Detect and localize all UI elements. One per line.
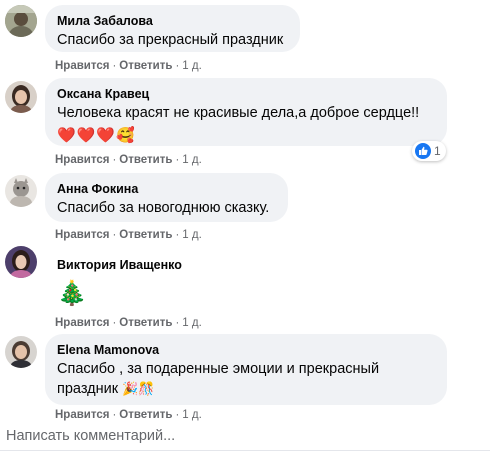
divider — [0, 450, 490, 451]
avatar-image-icon — [5, 5, 37, 37]
separator: · — [112, 60, 117, 72]
timestamp[interactable]: 1 д. — [182, 229, 202, 241]
comment-bubble: Анна Фокина Спасибо за новогоднюю сказку… — [45, 173, 288, 222]
avatar[interactable] — [5, 175, 37, 207]
separator: · — [175, 154, 180, 166]
reaction-count-badge[interactable]: 1 — [412, 141, 446, 161]
comment-actions: Нравится · Ответить · 1 д. — [55, 316, 202, 330]
comment-author[interactable]: Оксана Кравец — [57, 86, 435, 102]
write-comment-input[interactable]: Написать комментарий... — [6, 428, 175, 444]
comment-bubble: Мила Забалова Спасибо за прекрасный праз… — [45, 5, 300, 52]
avatar[interactable] — [5, 336, 37, 368]
comment-actions: Нравится · Ответить · 1 д. — [55, 153, 202, 167]
avatar-image-icon — [5, 336, 37, 368]
emoji-hearts: ❤️❤️❤️🥰 — [57, 127, 136, 144]
comment-bubble: Elena Mamonova Спасибо , за подаренные э… — [45, 334, 447, 405]
like-link[interactable]: Нравится — [55, 317, 109, 329]
comment-text: Спасибо за новогоднюю сказку. — [57, 200, 270, 216]
comment-bubble: Оксана Кравец Человека красят не красивы… — [45, 78, 447, 146]
like-link[interactable]: Нравится — [55, 409, 109, 421]
separator: · — [175, 60, 180, 72]
comment-bubble: Виктория Иващенко 🎄 — [45, 249, 245, 309]
comment-author[interactable]: Виктория Иващенко — [57, 257, 233, 273]
comment-text-line: праздник — [57, 381, 119, 397]
timestamp[interactable]: 1 д. — [182, 317, 202, 329]
comment-actions: Нравится · Ответить · 1 д. — [55, 59, 202, 73]
avatar[interactable] — [5, 81, 37, 113]
avatar-image-icon — [5, 175, 37, 207]
reply-link[interactable]: Ответить — [119, 317, 172, 329]
comment-author[interactable]: Мила Забалова — [57, 13, 288, 29]
comment-author[interactable]: Elena Mamonova — [57, 342, 435, 358]
separator: · — [112, 229, 117, 241]
reply-link[interactable]: Ответить — [119, 229, 172, 241]
comment-text-line: Спасибо , за подаренные эмоции и прекрас… — [57, 361, 380, 377]
timestamp[interactable]: 1 д. — [182, 60, 202, 72]
comment-text: Человека красят не красивые дела,а добро… — [57, 105, 420, 121]
like-link[interactable]: Нравится — [55, 229, 109, 241]
reply-link[interactable]: Ответить — [119, 409, 172, 421]
timestamp[interactable]: 1 д. — [182, 409, 202, 421]
reply-link[interactable]: Ответить — [119, 154, 172, 166]
like-link[interactable]: Нравится — [55, 60, 109, 72]
separator: · — [175, 229, 180, 241]
avatar[interactable] — [5, 246, 37, 278]
comment-text: Спасибо за прекрасный праздник — [57, 32, 284, 48]
separator: · — [175, 317, 180, 329]
comment-actions: Нравится · Ответить · 1 д. — [55, 228, 202, 242]
timestamp[interactable]: 1 д. — [182, 154, 202, 166]
avatar-image-icon — [5, 81, 37, 113]
avatar-image-icon — [5, 246, 37, 278]
comment-actions: Нравится · Ответить · 1 д. — [55, 408, 202, 422]
separator: · — [112, 317, 117, 329]
comment-text: Спасибо , за подаренные эмоции и прекрас… — [57, 360, 435, 399]
christmas-tree-sticker: 🎄 — [57, 280, 88, 307]
like-icon — [415, 143, 431, 159]
separator: · — [112, 154, 117, 166]
party-emoji: 🎉🎊 — [122, 381, 155, 396]
reply-link[interactable]: Ответить — [119, 60, 172, 72]
avatar[interactable] — [5, 5, 37, 37]
reaction-count: 1 — [434, 144, 441, 158]
separator: · — [112, 409, 117, 421]
like-link[interactable]: Нравится — [55, 154, 109, 166]
separator: · — [175, 409, 180, 421]
comment-author[interactable]: Анна Фокина — [57, 181, 276, 197]
